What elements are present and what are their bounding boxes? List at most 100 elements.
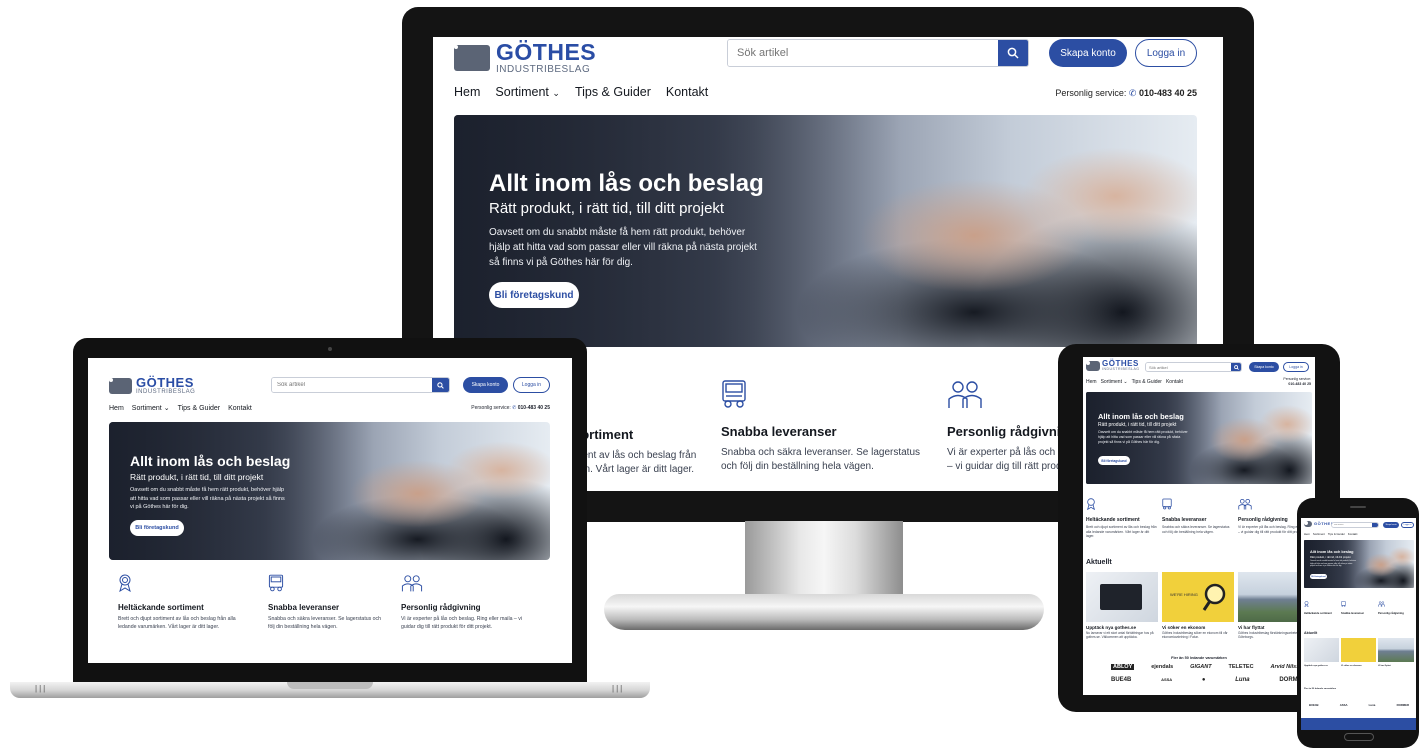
brand-logo: ASSA — [1161, 677, 1173, 682]
hero-subtitle: Rätt produkt, i rätt tid, till ditt proj… — [130, 472, 264, 482]
nav-assortment[interactable]: Sortiment ⌄ — [495, 85, 560, 99]
service-info: Personlig service: ✆ 010-483 40 25 — [471, 405, 550, 411]
main-nav: Hem Sortiment ⌄ Tips & Guider Kontakt — [1086, 379, 1183, 385]
login-button[interactable]: Logga in — [1401, 522, 1414, 528]
phone-speaker — [1350, 506, 1366, 508]
feature-title: Heltäckande sortiment — [1304, 612, 1332, 615]
become-customer-button[interactable]: Bli företagskund — [1098, 456, 1130, 465]
brands-row-2: BUE4B ASSA Luna DORMER — [1309, 703, 1409, 707]
nav-tips[interactable]: Tips & Guider — [1328, 532, 1345, 536]
search-icon — [1233, 364, 1239, 370]
nav-contact[interactable]: Kontakt — [1166, 379, 1183, 385]
nav-tips[interactable]: Tips & Guider — [1132, 379, 1162, 385]
laptop-vent-left: ||| — [35, 684, 48, 693]
nav-home[interactable]: Hem — [1304, 532, 1310, 536]
chevron-down-icon: ⌄ — [1123, 379, 1128, 385]
feature-text: ment av lås och beslag från ken. Vårt la… — [574, 450, 697, 475]
laptop-notch — [287, 682, 373, 689]
nav-contact[interactable]: Kontakt — [1348, 532, 1358, 536]
create-account-button[interactable]: Skapa konto — [1249, 362, 1279, 372]
feature-text: Snabba och säkra leveranser. Se lagersta… — [1162, 525, 1230, 534]
news-title: Vi söker en ekonom — [1341, 665, 1362, 667]
news-card[interactable]: WE'RE HIRING Vi söker en ekonom Göthes I… — [1162, 572, 1234, 640]
nav-home[interactable]: Hem — [1086, 379, 1097, 385]
brand-logo: ASSA — [1339, 703, 1348, 707]
feature-title: Heltäckande sortiment — [1086, 517, 1140, 523]
search-button[interactable] — [1372, 523, 1378, 527]
login-button[interactable]: Logga in — [513, 377, 550, 393]
brand-logo: BUE4B — [1309, 703, 1319, 707]
feature-title: Personlig rådgivning — [1378, 612, 1404, 615]
nav-assortment[interactable]: Sortiment ⌄ — [1101, 379, 1128, 385]
brand-logo: GIGANT — [1190, 664, 1212, 670]
logo-name: GÖTHES — [496, 39, 597, 65]
hero-subtitle: Rätt produkt, i rätt tid, till ditt proj… — [489, 200, 725, 217]
search-box — [1331, 522, 1379, 528]
people-icon — [948, 381, 982, 408]
truck-icon — [268, 574, 284, 592]
feature-deliveries: Snabba leveranser Snabba och säkra lever… — [721, 379, 931, 474]
nav-contact[interactable]: Kontakt — [228, 405, 252, 412]
news-image-hiring[interactable] — [1341, 638, 1376, 662]
create-account-button[interactable]: Skapa konto — [1049, 39, 1127, 67]
logo[interactable]: GÖTHES INDUSTRIBESLAG — [1086, 360, 1140, 372]
laptop-camera — [328, 347, 332, 351]
become-customer-button[interactable]: Bli företagskund — [1310, 574, 1327, 579]
news-text: Göthes Industribeslag söker en ekonom ti… — [1162, 631, 1228, 640]
feature-text: Snabba och säkra leveranser. Se lagersta… — [721, 447, 921, 472]
nav-contact[interactable]: Kontakt — [666, 85, 708, 99]
search-input[interactable] — [1146, 363, 1231, 371]
people-icon — [401, 575, 423, 592]
monitor-stand-base — [604, 594, 1044, 630]
feature-title: Snabba leveranser — [268, 603, 340, 612]
search-button[interactable] — [998, 40, 1028, 66]
feature-title: Personlig rådgivning — [401, 603, 481, 612]
feature-deliveries: Snabba leveranser — [1341, 594, 1375, 615]
brand-logo: ● — [1201, 677, 1206, 683]
create-account-button[interactable]: Skapa konto — [1383, 522, 1399, 528]
news-image-hiring: WE'RE HIRING — [1162, 572, 1234, 622]
service-phone[interactable]: 010-483 40 25 — [518, 405, 550, 411]
hero-banner: Allt inom lås och beslag Rätt produkt, i… — [1086, 392, 1312, 484]
brands-heading: Fler än 50 ledande varumärken — [1304, 688, 1337, 690]
login-button[interactable]: Logga in — [1283, 362, 1309, 372]
nav-home[interactable]: Hem — [454, 85, 480, 99]
news-text: Nu lanserar vi ett stort antal förbättri… — [1086, 631, 1154, 640]
search-input[interactable] — [272, 378, 432, 392]
news-image-building[interactable] — [1378, 638, 1414, 662]
login-button[interactable]: Logga in — [1135, 39, 1197, 67]
feature-title: Snabba leveranser — [721, 424, 837, 439]
magnifier-icon — [1202, 583, 1226, 611]
nav-assortment[interactable]: Sortiment ⌄ — [132, 404, 170, 412]
search-box — [727, 39, 1029, 67]
logo[interactable]: GÖTHES INDUSTRIBESLAG — [454, 41, 596, 75]
logo[interactable]: GÖTHES — [1304, 521, 1334, 527]
search-input[interactable] — [1332, 523, 1372, 527]
create-account-button[interactable]: Skapa konto — [463, 377, 508, 393]
service-phone[interactable]: 010-483 40 25 — [1288, 382, 1311, 386]
nav-home[interactable]: Hem — [109, 405, 124, 412]
become-customer-button[interactable]: Bli företagskund — [130, 520, 184, 536]
news-card[interactable]: Upptäck nya gothes.se Nu lanserar vi ett… — [1086, 572, 1158, 640]
phone-home-button[interactable] — [1344, 733, 1374, 741]
search-input[interactable] — [728, 40, 998, 66]
search-button[interactable] — [432, 378, 449, 392]
service-info: Personlig service: 010-483 40 25 — [1283, 377, 1311, 387]
search-button[interactable] — [1231, 363, 1241, 371]
logo[interactable]: GÖTHES INDUSTRIBESLAG — [109, 376, 195, 395]
feature-assortment: Heltäckande sortiment — [1304, 594, 1338, 615]
service-phone[interactable]: 010-483 40 25 — [1139, 88, 1197, 98]
feature-title: Heltäckande sortiment — [118, 603, 204, 612]
hiring-label: WE'RE HIRING — [1170, 592, 1198, 597]
laptop-vent-right: ||| — [612, 684, 625, 693]
nav-assortment[interactable]: Sortiment — [1313, 532, 1325, 536]
feature-text: Snabba och säkra leveranser. Se lagersta… — [268, 616, 382, 630]
nav-tips[interactable]: Tips & Guider — [575, 85, 651, 99]
become-customer-button[interactable]: Bli företagskund — [489, 282, 579, 308]
main-nav: Hem Sortiment Tips & Guider Kontakt — [1304, 532, 1357, 536]
news-image-laptop[interactable] — [1304, 638, 1339, 662]
nav-tips[interactable]: Tips & Guider — [178, 405, 221, 412]
feature-text: Brett och djupt sortiment av lås och bes… — [1086, 525, 1157, 539]
brands-row-1: ABLOY ejendals GIGANT TELETEC Arvid Nils… — [1111, 664, 1306, 670]
laptop-screen: GÖTHES INDUSTRIBESLAG Skapa konto Logga … — [88, 358, 572, 663]
